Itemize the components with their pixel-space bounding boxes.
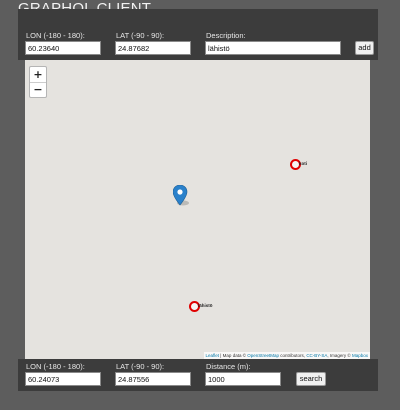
openstreetmap-link[interactable]: OpenStreetMap (247, 353, 279, 358)
place-label-koti: koti (299, 161, 308, 166)
place-label-lahisto: lähistö (198, 303, 213, 308)
map-view[interactable]: + − koti lähistö Leaflet | Map data © Op… (25, 60, 370, 359)
search-lat-input[interactable] (115, 372, 191, 386)
search-lon-input[interactable] (25, 372, 101, 386)
search-lat-label: LAT (-90 - 90): (116, 362, 165, 371)
description-input[interactable] (205, 41, 341, 55)
distance-input[interactable] (205, 372, 281, 386)
search-lon-label: LON (-180 - 180): (26, 362, 85, 371)
map-attribution: Leaflet | Map data © OpenStreetMap contr… (203, 352, 370, 359)
search-form: LON (-180 - 180): LAT (-90 - 90): Distan… (18, 359, 378, 391)
add-button[interactable]: add (355, 41, 374, 55)
add-place-form: LON (-180 - 180): LAT (-90 - 90): Descri… (18, 9, 378, 60)
lat-input[interactable] (115, 41, 191, 55)
zoom-in-button[interactable]: + (30, 67, 46, 82)
attribution-contrib: contributors, (279, 353, 307, 358)
description-label: Description: (206, 31, 246, 40)
attribution-imagery: , Imagery © (327, 353, 352, 358)
license-link[interactable]: CC-BY-SA (306, 353, 327, 358)
attribution-map-data: | Map data © (219, 353, 248, 358)
location-marker-icon[interactable] (173, 185, 191, 207)
zoom-control: + − (29, 66, 47, 98)
distance-label: Distance (m): (206, 362, 251, 371)
lat-label: LAT (-90 - 90): (116, 31, 165, 40)
zoom-out-button[interactable]: − (30, 82, 46, 97)
mapbox-link[interactable]: Mapbox (352, 353, 368, 358)
lon-label: LON (-180 - 180): (26, 31, 85, 40)
search-button[interactable]: search (296, 372, 326, 386)
lon-input[interactable] (25, 41, 101, 55)
leaflet-link[interactable]: Leaflet (206, 353, 220, 358)
